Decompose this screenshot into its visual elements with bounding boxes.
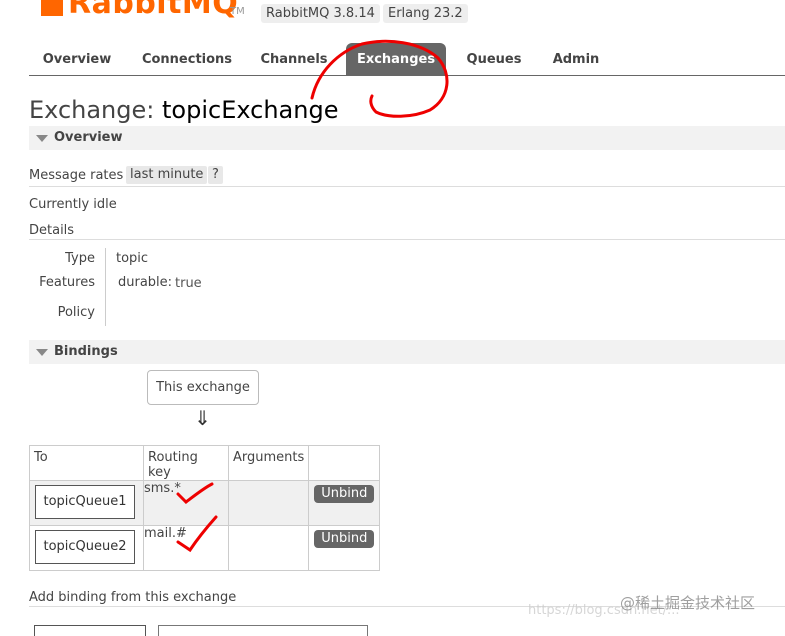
binding-destination-input[interactable] (158, 625, 368, 636)
rabbitmq-logo-icon (41, 0, 63, 16)
unbind-button[interactable]: Unbind (314, 485, 375, 503)
features-value: true (175, 276, 202, 291)
logo-text: RabbitMQ (68, 0, 239, 21)
overview-section-toggle[interactable]: Overview (29, 126, 785, 150)
routing-key-cell: sms.* (143, 480, 229, 526)
version-badge: RabbitMQ 3.8.14 (261, 4, 380, 23)
unbind-button[interactable]: Unbind (314, 530, 375, 548)
column-header-routing-key: Routing key (143, 445, 229, 481)
tab-admin[interactable]: Admin (543, 43, 609, 75)
features-key: durable: (118, 275, 173, 290)
logo-trademark: TM (230, 6, 245, 17)
rates-help-button[interactable]: ? (208, 166, 223, 184)
message-rates-label: Message rates (29, 168, 124, 183)
collapse-triangle-icon (36, 135, 48, 142)
idle-status: Currently idle (29, 197, 117, 212)
details-label: Details (29, 223, 75, 238)
policy-label: Policy (57, 305, 95, 320)
table-row: topicQueue2 mail.# Unbind (29, 525, 381, 571)
tab-exchanges[interactable]: Exchanges (346, 43, 446, 75)
down-arrow-icon: ⇓ (194, 406, 211, 430)
this-exchange-box: This exchange (147, 370, 259, 405)
tab-queues[interactable]: Queues (459, 43, 529, 75)
bindings-section-label: Bindings (54, 344, 118, 359)
details-separator (105, 248, 106, 326)
divider (29, 239, 785, 240)
tab-channels[interactable]: Channels (253, 43, 335, 75)
erlang-badge: Erlang 23.2 (383, 4, 468, 23)
queue-link[interactable]: topicQueue1 (35, 485, 135, 519)
add-binding-heading: Add binding from this exchange (29, 590, 237, 605)
rates-period-selector[interactable]: last minute (126, 166, 208, 184)
features-label: Features (39, 275, 95, 290)
tab-connections[interactable]: Connections (137, 43, 237, 75)
page-title: Exchange: topicExchange (29, 96, 338, 124)
arguments-cell (227, 480, 310, 526)
queue-link[interactable]: topicQueue2 (35, 530, 135, 564)
column-header-actions (308, 445, 381, 481)
binding-destination-select[interactable] (34, 625, 146, 636)
collapse-triangle-icon (36, 349, 48, 356)
arguments-cell (227, 525, 310, 571)
exchange-name: topicExchange (162, 96, 339, 124)
page-title-prefix: Exchange: (29, 96, 155, 124)
bindings-section-toggle[interactable]: Bindings (29, 340, 785, 364)
table-row: topicQueue1 sms.* Unbind (29, 480, 381, 526)
main-tabs: Overview Connections Channels Exchanges … (29, 43, 785, 76)
routing-key-cell: mail.# (143, 525, 229, 571)
column-header-arguments: Arguments (227, 445, 310, 481)
bindings-table: To Routing key Arguments topicQueue1 sms… (29, 445, 381, 571)
divider (29, 186, 785, 187)
type-value: topic (116, 251, 149, 266)
tab-overview[interactable]: Overview (29, 43, 125, 75)
site-watermark: @稀土掘金技术社区 (620, 594, 756, 612)
type-label: Type (65, 251, 95, 266)
overview-section-label: Overview (54, 130, 123, 145)
column-header-to: To (29, 445, 144, 481)
